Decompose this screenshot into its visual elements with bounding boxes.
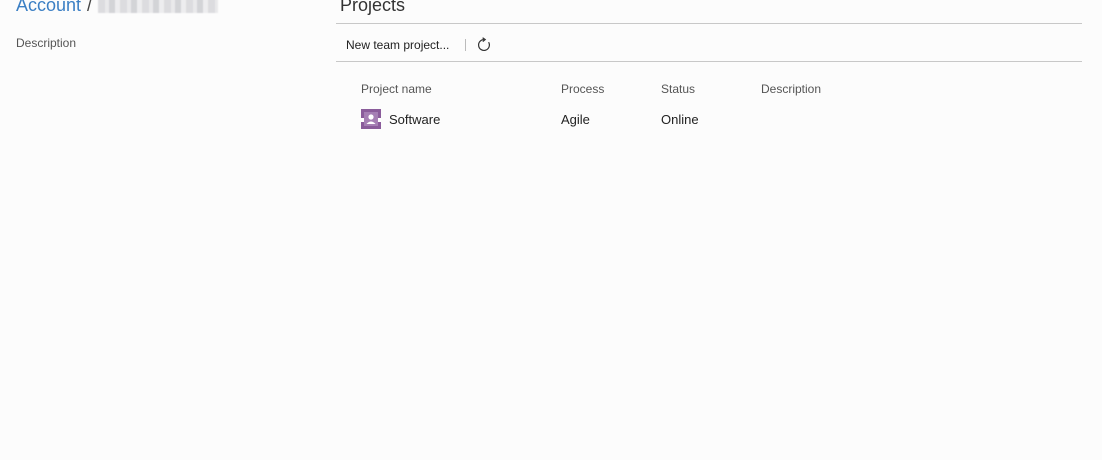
column-header-status[interactable]: Status xyxy=(661,82,761,96)
toolbar: New team project... xyxy=(336,32,494,58)
breadcrumb-separator: / xyxy=(87,0,93,15)
process-cell: Agile xyxy=(561,111,590,127)
project-name-link[interactable]: Software xyxy=(389,112,440,127)
projects-panel: Projects New team project... Project nam… xyxy=(336,0,1082,129)
breadcrumb-account-link[interactable]: Account xyxy=(16,0,81,16)
column-header-project-name[interactable]: Project name xyxy=(361,82,561,96)
project-name-cell: Software xyxy=(361,109,561,129)
refresh-button[interactable] xyxy=(474,35,494,55)
table-row[interactable]: Software Agile Online xyxy=(361,108,881,130)
new-team-project-button[interactable]: New team project... xyxy=(336,38,459,52)
account-panel: Account / Description xyxy=(16,0,316,50)
column-header-process[interactable]: Process xyxy=(561,82,661,96)
description-label: Description xyxy=(16,36,77,50)
breadcrumb: Account / xyxy=(16,0,316,16)
toolbar-separator xyxy=(465,39,467,51)
divider xyxy=(336,23,1082,24)
page: Account / Description Projects New team … xyxy=(0,0,1102,460)
redacted-account-name xyxy=(98,0,219,13)
team-project-icon xyxy=(361,109,381,129)
table-header: Project name Process Status Description xyxy=(361,80,881,98)
page-title: Projects xyxy=(340,0,406,15)
refresh-icon xyxy=(478,37,491,51)
divider xyxy=(336,61,1082,62)
status-cell: Online xyxy=(661,111,699,127)
column-header-description[interactable]: Description xyxy=(761,82,881,96)
projects-table: Project name Process Status Description … xyxy=(361,80,881,130)
